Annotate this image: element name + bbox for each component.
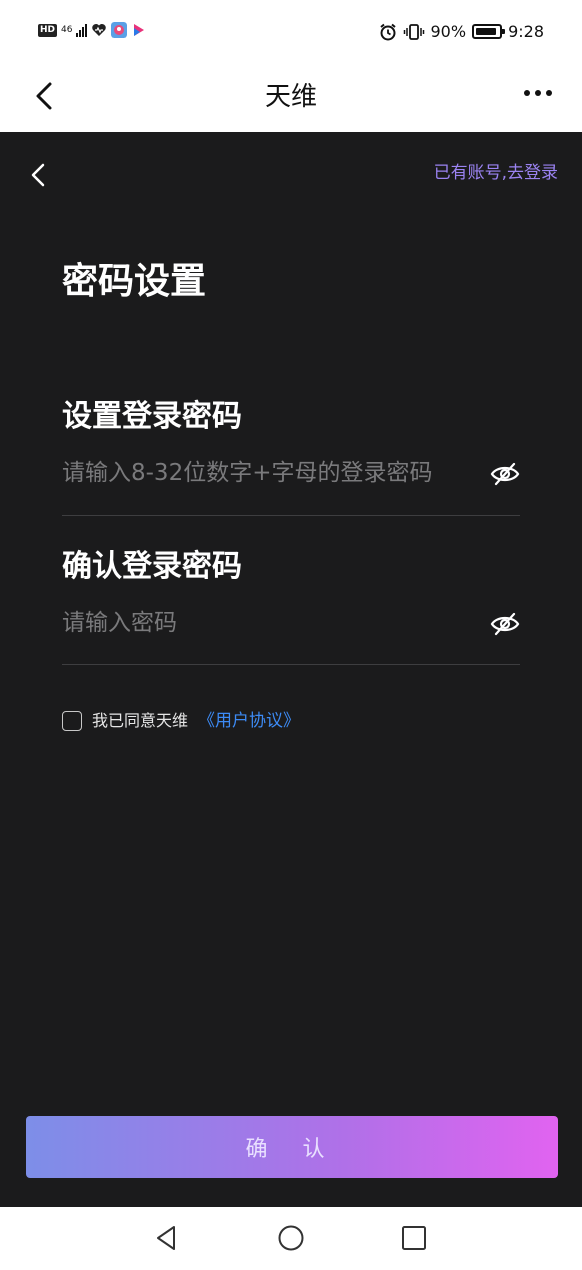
hd-badge: HD	[38, 23, 58, 37]
nav-home-icon[interactable]	[276, 1223, 306, 1253]
go-login-link[interactable]: 已有账号,去登录	[434, 162, 558, 184]
battery-icon	[472, 24, 506, 39]
status-right: 90% 9:28	[379, 22, 544, 41]
status-bar: HD 46 90% 9:28	[0, 0, 582, 66]
agreement-text: 我已同意天维	[92, 711, 189, 730]
divider	[62, 664, 520, 665]
app-notification-icon	[111, 22, 128, 38]
battery-level	[476, 28, 496, 35]
agreement-row: 我已同意天维 《用户协议》	[62, 710, 300, 732]
battery-percent: 90%	[430, 22, 467, 41]
heart-app-icon	[92, 24, 107, 36]
divider	[62, 515, 520, 516]
set-password-label: 设置登录密码	[62, 399, 242, 434]
back-icon[interactable]	[26, 162, 52, 188]
alarm-icon	[379, 23, 396, 40]
vibrate-icon	[403, 23, 424, 40]
user-agreement-link[interactable]: 《用户协议》	[198, 710, 300, 732]
confirm-password-label: 确认登录密码	[62, 549, 242, 584]
status-left: HD 46	[38, 22, 147, 38]
nav-recents-icon[interactable]	[399, 1223, 429, 1253]
eye-hidden-icon[interactable]	[490, 612, 520, 636]
more-menu-icon[interactable]	[524, 90, 552, 96]
eye-hidden-icon[interactable]	[490, 462, 520, 486]
nav-back-icon[interactable]	[152, 1223, 182, 1253]
app-title: 天维	[264, 82, 317, 112]
video-app-icon	[134, 24, 145, 36]
set-password-input[interactable]	[62, 456, 472, 490]
page-title: 密码设置	[62, 261, 207, 302]
title-bar: 天维	[0, 66, 582, 132]
confirm-password-input[interactable]	[62, 606, 472, 640]
agreement-checkbox[interactable]	[62, 711, 82, 731]
system-nav-bar	[0, 1207, 582, 1270]
network-type: 46	[61, 24, 73, 35]
confirm-button[interactable]: 确 认	[26, 1116, 558, 1178]
password-setup-screen: 已有账号,去登录 密码设置 设置登录密码 确认登录密码 我已同意天维 《用户协议…	[0, 132, 582, 1207]
signal-icon	[76, 23, 88, 37]
clock: 9:28	[508, 22, 544, 41]
